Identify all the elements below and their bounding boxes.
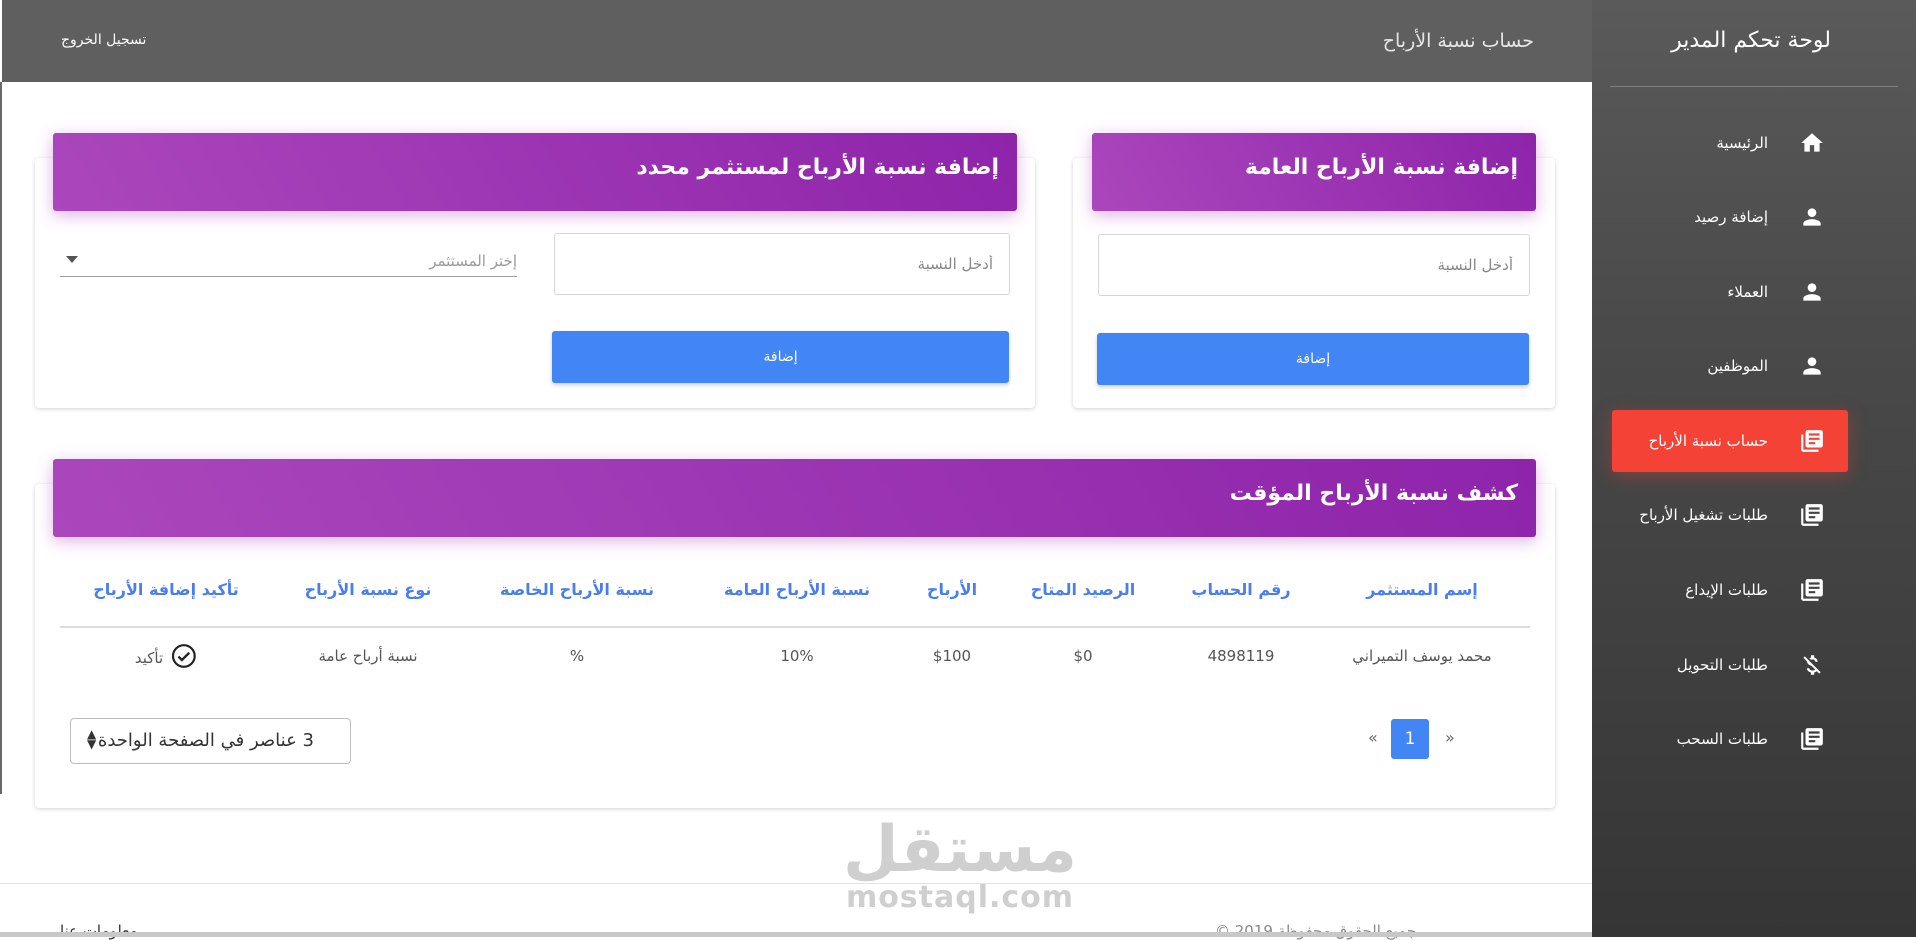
sidebar-item-label: طلبات السحب [1676,730,1768,748]
home-icon [1796,127,1828,159]
column-header-general-rate: نسبة الأرباح العامة [724,580,870,599]
column-header-special-rate: نسبة الأرباح الخاصة [499,580,655,599]
pagination-prev[interactable]: » [1445,728,1455,747]
library-books-icon [1796,574,1828,606]
add-investor-profit-button[interactable]: إضافة [552,331,1009,383]
footer-divider [0,883,1592,884]
sidebar-divider [1610,86,1898,87]
top-navbar: حساب نسبة الأرباح تسجيل الخروج [2,0,1592,82]
person-icon [1796,201,1828,233]
money-off-icon [1796,649,1828,681]
watermark-english: mostaql.com [845,880,1075,915]
sidebar-item-transfer-requests[interactable]: طلبات التحويل [1612,634,1848,696]
table-cell-available-balance: $0 [1073,647,1093,665]
check-circle-icon [171,643,197,673]
investor-profit-card-header: إضافة نسبة الأرباح لمستثمر محدد [53,133,1017,211]
logout-link[interactable]: تسجيل الخروج [61,32,146,48]
library-books-icon [1796,723,1828,755]
sidebar-item-employees[interactable]: الموظفين [1612,335,1848,397]
column-header-investor-name: إسم المستثمر [1366,580,1478,599]
card-title: إضافة نسبة الأرباح لمستثمر محدد [636,155,999,180]
column-header-confirm: تأكيد إضافة الأرباح [93,580,239,599]
mostaql-watermark: مستقل mostaql.com [840,818,1080,915]
footer-copyright: © 2019 جميع الحقوق محفوظة [1215,922,1417,940]
sidebar-item-label: طلبات الإيداع [1685,581,1768,599]
table-header-divider [60,626,1530,628]
sidebar: لوحة تحكم المدير الرئيسية إضافة رصيد الع… [1592,0,1916,937]
sidebar-item-profit-calculation[interactable]: حساب نسبة الأرباح [1612,410,1848,472]
sidebar-item-clients[interactable]: العملاء [1612,261,1848,323]
sidebar-item-label: الرئيسية [1716,134,1768,152]
investor-select[interactable]: إختر المستثمر [60,252,517,277]
library-books-icon [1796,499,1828,531]
sidebar-item-deposit-requests[interactable]: طلبات الإيداع [1612,559,1848,621]
footer-about-link[interactable]: معلومات عنا [60,922,138,940]
dropdown-caret-icon [66,256,78,263]
sidebar-item-add-balance[interactable]: إضافة رصيد [1612,186,1848,248]
general-profit-card-header: إضافة نسبة الأرباح العامة [1092,133,1536,211]
table-cell-general-rate: 10% [780,647,814,665]
column-header-rate-type: نوع نسبة الأرباح [304,580,432,599]
items-per-page-select[interactable]: 3 عناصر في الصفحة الواحدة ▲ ▼ [70,718,351,764]
items-per-page-label: 3 عناصر في الصفحة الواحدة [97,730,314,751]
investor-select-placeholder: إختر المستثمر [429,252,517,270]
watermark-arabic: مستقل [842,813,1078,887]
confirm-profit-button[interactable]: تأكيد [135,643,197,673]
library-books-icon [1796,425,1828,457]
sidebar-item-label: حساب نسبة الأرباح [1648,432,1768,450]
sidebar-item-label: العملاء [1727,283,1768,301]
table-cell-special-rate: % [569,647,585,665]
column-header-account-number: رقم الحساب [1191,580,1291,599]
person-icon [1796,276,1828,308]
sidebar-item-profit-requests[interactable]: طلبات تشغيل الأرباح [1612,484,1848,546]
column-header-available-balance: الرصيد المتاح [1030,580,1136,599]
page-title: حساب نسبة الأرباح [1382,30,1534,52]
table-cell-rate-type: نسبة أرباح عامة [318,647,418,665]
table-cell-account-number: 4898119 [1207,647,1275,665]
sidebar-item-label: الموظفين [1707,357,1768,375]
table-cell-investor-name: محمد يوسف التميراني [1352,647,1492,665]
sidebar-item-label: طلبات التحويل [1676,656,1768,674]
horizontal-scrollbar[interactable] [0,932,1592,937]
sidebar-item-label: طلبات تشغيل الأرباح [1639,506,1768,524]
temporary-profit-report-header: كشف نسبة الأرباح المؤقت [53,459,1536,537]
card-title: إضافة نسبة الأرباح العامة [1244,155,1518,180]
table-cell-profits: $100 [932,647,972,665]
card-title: كشف نسبة الأرباح المؤقت [1229,481,1518,506]
content-left-border [0,82,2,794]
column-header-profits: الأرباح [926,580,978,599]
sidebar-item-home[interactable]: الرئيسية [1612,112,1848,174]
sidebar-item-withdraw-requests[interactable]: طلبات السحب [1612,708,1848,770]
select-arrows-icon: ▲ ▼ [87,727,97,751]
pagination-page-1[interactable]: 1 [1391,719,1429,759]
confirm-label: تأكيد [134,649,164,667]
pagination-next[interactable]: « [1368,728,1378,747]
add-general-profit-button[interactable]: إضافة [1097,333,1529,385]
person-icon [1796,350,1828,382]
investor-percentage-input[interactable] [554,233,1010,295]
sidebar-brand[interactable]: لوحة تحكم المدير [1671,28,1831,53]
sidebar-item-label: إضافة رصيد [1694,208,1768,226]
general-percentage-input[interactable] [1098,234,1530,296]
